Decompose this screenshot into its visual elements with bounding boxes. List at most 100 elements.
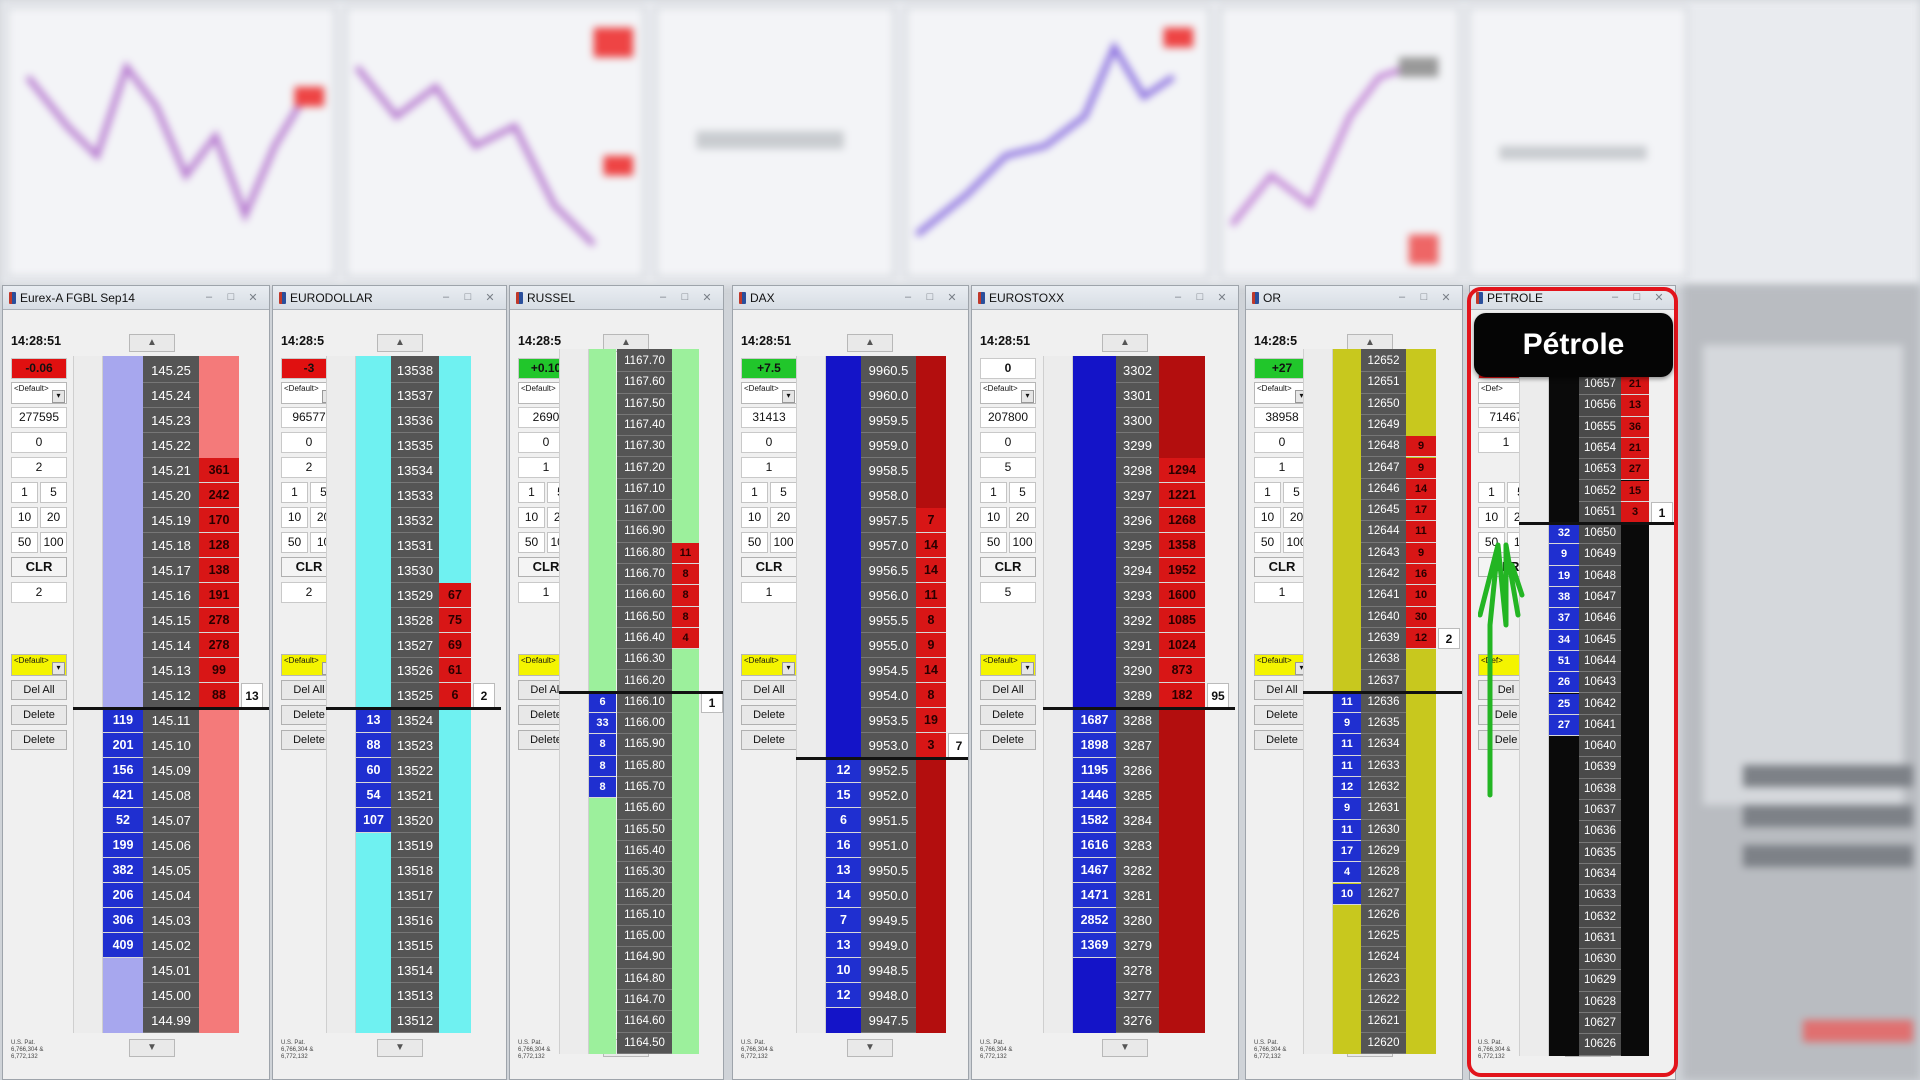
bid-size-cell[interactable]: 8 [589, 777, 616, 799]
close-button[interactable]: ✕ [245, 291, 261, 304]
price-cell[interactable]: 13518 [391, 858, 439, 883]
price-cell[interactable]: 1167.70 [617, 351, 672, 373]
price-cell[interactable]: 9959.5 [861, 408, 916, 433]
ask-size-cell[interactable]: 17 [1406, 500, 1436, 522]
price-cell[interactable]: 1166.90 [617, 521, 672, 543]
price-cell[interactable]: 3289 [1116, 683, 1159, 708]
price-cell[interactable]: 13523 [391, 733, 439, 758]
price-cell[interactable]: 3301 [1116, 383, 1159, 408]
ask-size-cell[interactable]: 3 [1621, 501, 1649, 524]
bid-size-cell[interactable]: 10 [826, 958, 861, 983]
price-cell[interactable]: 12625 [1361, 926, 1406, 948]
price-cell[interactable]: 145.13 [143, 658, 199, 683]
price-cell[interactable]: 10630 [1579, 949, 1621, 971]
minimize-button[interactable]: – [1607, 291, 1623, 304]
price-cell[interactable]: 145.01 [143, 958, 199, 983]
price-cell[interactable]: 12643 [1361, 543, 1406, 564]
price-cell[interactable]: 12634 [1361, 734, 1406, 756]
price-cell[interactable]: 144.99 [143, 1008, 199, 1033]
bid-size-cell[interactable]: 19 [1549, 565, 1579, 587]
price-cell[interactable]: 3299 [1116, 433, 1159, 458]
price-cell[interactable]: 13527 [391, 633, 439, 658]
price-cell[interactable]: 145.16 [143, 583, 199, 608]
price-cell[interactable]: 13534 [391, 458, 439, 483]
price-cell[interactable]: 10654 [1579, 438, 1621, 460]
ask-size-cell[interactable]: 8 [672, 564, 699, 586]
price-cell[interactable]: 12645 [1361, 500, 1406, 522]
price-cell[interactable]: 10626 [1579, 1034, 1621, 1056]
price-cell[interactable]: 3298 [1116, 458, 1159, 483]
price-cell[interactable]: 12627 [1361, 884, 1406, 905]
delete-sell-button[interactable]: Delete [980, 730, 1036, 750]
price-cell[interactable]: 1166.40 [617, 628, 672, 650]
price-cell[interactable]: 3283 [1116, 833, 1159, 858]
qty-button-50[interactable]: 50 [1478, 532, 1505, 553]
ask-size-cell[interactable]: 1358 [1159, 533, 1205, 558]
price-cell[interactable]: 3300 [1116, 408, 1159, 433]
ask-size-cell[interactable]: 138 [199, 558, 239, 583]
price-cell[interactable]: 1166.30 [617, 649, 672, 671]
price-cell[interactable]: 10637 [1579, 800, 1621, 822]
account-dropdown[interactable]: <Default> [11, 382, 67, 404]
qty-button-1[interactable]: 1 [980, 482, 1007, 503]
qty-button-10[interactable]: 10 [518, 507, 545, 528]
bid-size-cell[interactable]: 1467 [1073, 858, 1116, 883]
price-cell[interactable]: 3291 [1116, 633, 1159, 658]
delete-buy-button[interactable]: Delete [11, 705, 67, 725]
ask-size-cell[interactable]: 99 [199, 658, 239, 683]
order-column-left[interactable] [326, 356, 356, 1033]
ask-size-cell[interactable]: 12 [1406, 627, 1436, 650]
price-cell[interactable]: 13535 [391, 433, 439, 458]
scroll-down-button[interactable]: ▼ [1102, 1039, 1148, 1057]
bid-size-cell[interactable]: 1446 [1073, 783, 1116, 808]
price-cell[interactable]: 10640 [1579, 736, 1621, 758]
price-cell[interactable]: 13517 [391, 883, 439, 908]
ask-size-cell[interactable]: 8 [916, 608, 946, 633]
price-cell[interactable]: 12652 [1361, 351, 1406, 373]
price-cell[interactable]: 12648 [1361, 436, 1406, 458]
bid-size-cell[interactable]: 4 [1333, 862, 1361, 884]
order-column-left[interactable] [796, 356, 826, 1033]
bid-size-cell[interactable]: 206 [103, 883, 143, 908]
bid-size-cell[interactable]: 11 [1333, 691, 1361, 714]
price-cell[interactable]: 9957.5 [861, 508, 916, 533]
ask-size-cell[interactable]: 11 [672, 542, 699, 564]
price-cell[interactable]: 1167.50 [617, 394, 672, 415]
bid-column[interactable] [356, 356, 391, 1033]
qty-button-10[interactable]: 10 [1478, 507, 1505, 528]
price-cell[interactable]: 9948.0 [861, 983, 916, 1008]
price-cell[interactable]: 1166.00 [617, 713, 672, 735]
price-cell[interactable]: 13532 [391, 508, 439, 533]
bid-size-cell[interactable]: 6 [826, 808, 861, 833]
qty-button-5[interactable]: 5 [770, 482, 797, 503]
qty-button-50[interactable]: 50 [741, 532, 768, 553]
ask-size-cell[interactable]: 19 [916, 708, 946, 733]
price-cell[interactable]: 13512 [391, 1008, 439, 1033]
price-cell[interactable]: 145.24 [143, 383, 199, 408]
price-cell[interactable]: 12641 [1361, 585, 1406, 607]
price-cell[interactable]: 13529 [391, 583, 439, 608]
price-cell[interactable]: 145.21 [143, 458, 199, 483]
price-cell[interactable]: 1164.90 [617, 947, 672, 969]
price-cell[interactable]: 10632 [1579, 907, 1621, 928]
bid-size-cell[interactable]: 306 [103, 908, 143, 933]
price-cell[interactable]: 12631 [1361, 798, 1406, 820]
price-cell[interactable]: 1167.30 [617, 436, 672, 458]
price-cell[interactable]: 145.08 [143, 783, 199, 808]
price-cell[interactable]: 3281 [1116, 883, 1159, 908]
bid-size-cell[interactable]: 51 [1549, 650, 1579, 673]
bid-size-cell[interactable]: 421 [103, 783, 143, 808]
ask-size-cell[interactable]: 278 [199, 608, 239, 633]
order-type-dropdown[interactable]: <Default> [11, 654, 67, 676]
scroll-up-button[interactable]: ▲ [847, 334, 893, 352]
ask-size-cell[interactable]: 128 [199, 533, 239, 558]
price-cell[interactable]: 12647 [1361, 458, 1406, 479]
maximize-button[interactable]: □ [460, 291, 476, 304]
ask-size-cell[interactable]: 21 [1621, 374, 1649, 396]
price-cell[interactable]: 10653 [1579, 459, 1621, 481]
price-cell[interactable]: 12639 [1361, 628, 1406, 650]
bid-size-cell[interactable]: 38 [1549, 587, 1579, 609]
order-type-dropdown[interactable]: <Default> [1254, 654, 1310, 676]
ask-size-cell[interactable]: 16 [1406, 564, 1436, 586]
bid-size-cell[interactable]: 16 [826, 833, 861, 858]
